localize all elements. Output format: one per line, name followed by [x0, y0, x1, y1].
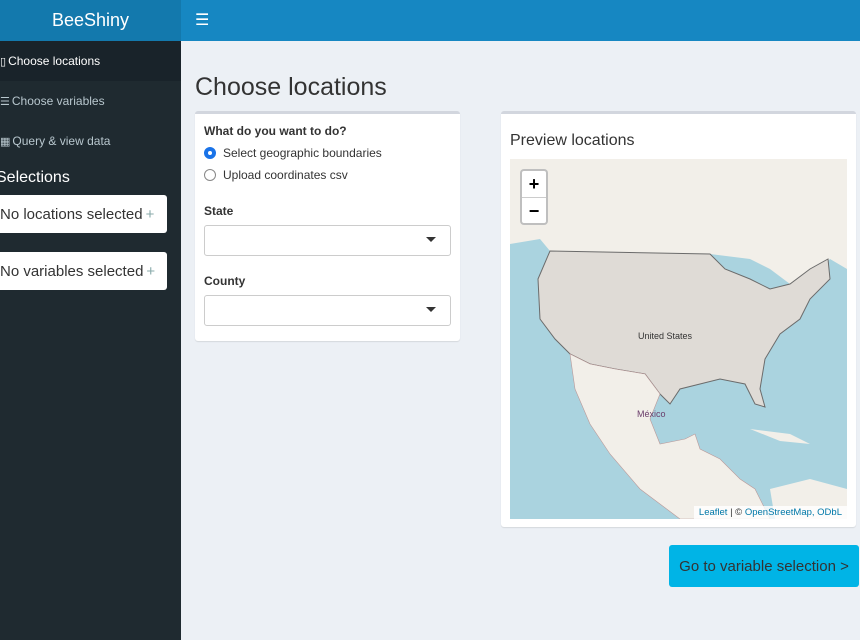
map-attribution: Leaflet | © OpenStreetMap, ODbL: [693, 506, 847, 519]
database-icon: ☰: [0, 95, 10, 108]
go-to-variable-selection-button[interactable]: Go to variable selection >: [669, 545, 859, 587]
table-icon: ▦: [0, 135, 11, 148]
zoom-in-button[interactable]: +: [522, 171, 546, 197]
preview-box: Preview locations United States México +…: [501, 111, 856, 527]
caret-down-icon: [426, 307, 436, 312]
sidebar: ▯ Choose locations ☰ Choose variables ▦ Que…: [0, 41, 181, 640]
location-form-box: What do you want to do? Select geographi…: [195, 111, 460, 341]
plus-icon: +: [146, 262, 156, 280]
radio-checked-icon: [204, 147, 216, 159]
cuba-land: [750, 429, 810, 444]
sidebar-item-choose-variables[interactable]: ☰ Choose variables: [0, 81, 181, 121]
county-select[interactable]: [204, 295, 451, 326]
zoom-control: + −: [520, 169, 548, 225]
county-label: County: [204, 274, 246, 288]
state-label: State: [204, 204, 234, 218]
sidebar-item-choose-locations[interactable]: ▯ Choose locations: [0, 41, 181, 81]
hamburger-icon[interactable]: ☰: [195, 10, 209, 30]
map[interactable]: United States México + − Leaflet | © Ope…: [510, 159, 847, 519]
map-icon: ▯: [0, 55, 7, 68]
state-select[interactable]: [204, 225, 451, 256]
radio-unchecked-icon: [204, 169, 216, 181]
question-label: What do you want to do?: [204, 124, 347, 138]
plus-icon: +: [145, 205, 155, 223]
caret-down-icon: [426, 237, 436, 242]
leaflet-link[interactable]: Leaflet: [699, 507, 728, 518]
preview-title: Preview locations: [510, 132, 635, 149]
radio-geographic-boundaries[interactable]: Select geographic boundaries: [204, 146, 451, 160]
zoom-out-button[interactable]: −: [522, 197, 546, 223]
page-title: Choose locations: [195, 73, 387, 101]
main-content: Choose locations What do you want to do?…: [181, 41, 860, 640]
map-tiles: United States México: [510, 159, 847, 519]
sidebar-item-query-view-data[interactable]: ▦ Query & view data: [0, 121, 181, 161]
map-label-mexico: México: [637, 409, 666, 419]
selections-heading: Selections: [0, 169, 70, 186]
radio-upload-csv[interactable]: Upload coordinates csv: [204, 168, 451, 182]
map-label-us: United States: [638, 331, 693, 341]
osm-link[interactable]: OpenStreetMap, ODbL: [745, 507, 842, 518]
locations-selection[interactable]: No locations selected +: [0, 195, 167, 233]
top-bar: ☰: [181, 0, 860, 41]
app-logo[interactable]: BeeShiny: [0, 0, 181, 41]
variables-selection[interactable]: No variables selected +: [0, 252, 167, 290]
